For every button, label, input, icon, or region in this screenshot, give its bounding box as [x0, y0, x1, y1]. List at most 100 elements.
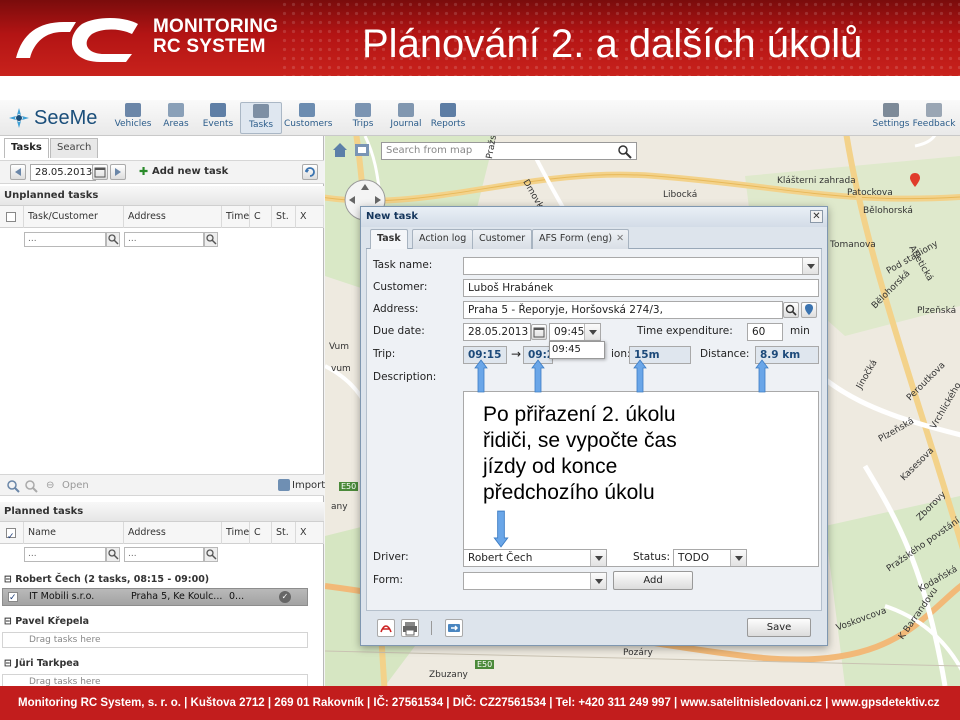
filter-task-button[interactable] [106, 232, 120, 247]
send-to-driver-icon[interactable] [445, 619, 463, 637]
nav-journal-button[interactable]: Journal [388, 102, 424, 134]
form-select[interactable] [463, 572, 607, 590]
col-planned-time[interactable]: Time [222, 522, 250, 544]
nav-reports-button[interactable]: Reports [430, 102, 466, 134]
tab-afs-form[interactable]: AFS Form (eng) ✕ [532, 229, 630, 249]
save-button[interactable]: Save [747, 618, 811, 637]
address-pin-button[interactable] [801, 302, 817, 318]
time-expenditure-input[interactable]: 60 [747, 323, 783, 341]
annotation-arrow-up-3 [633, 359, 647, 393]
task-row[interactable]: IT Mobili s.r.o. Praha 5, Ke Koulc... 0.… [2, 588, 308, 606]
nav-customers-button[interactable]: Customers [284, 102, 332, 134]
chevron-down-icon[interactable] [730, 550, 746, 566]
nav-settings-button[interactable]: Settings [872, 102, 910, 134]
drop-zone-pavel[interactable]: Drag tasks here [2, 632, 308, 648]
map-search-input[interactable]: Search from map [381, 142, 637, 160]
tab-task[interactable]: Task [370, 229, 408, 249]
select-all-checkbox[interactable] [6, 212, 16, 222]
filter-task-input[interactable]: ... [24, 232, 106, 247]
tab-action-log[interactable]: Action log [412, 229, 474, 249]
time-option[interactable]: 09:45 [552, 344, 581, 355]
task-row-checkbox[interactable] [8, 590, 18, 606]
col-x[interactable]: X [296, 206, 324, 228]
due-time-select[interactable]: 09:45 [549, 323, 601, 341]
group-juri-tarkpea[interactable]: ⊟ Jüri Tarkpea [0, 656, 324, 672]
col-planned-c[interactable]: C [250, 522, 272, 544]
pdf-icon[interactable] [377, 619, 395, 637]
address-search-button[interactable] [783, 302, 799, 318]
logo-text: MONITORING RC SYSTEM [153, 17, 278, 57]
tab-tasks[interactable]: Tasks [4, 138, 49, 158]
col-task-customer[interactable]: Task/Customer name [24, 206, 124, 244]
chevron-down-icon[interactable] [590, 550, 606, 566]
chevron-down-icon[interactable] [590, 573, 606, 589]
col-time[interactable]: Time [222, 206, 250, 228]
address-input[interactable]: Praha 5 - Řeporyje, Horšovská 274/3, [463, 301, 783, 319]
nav-areas-label: Areas [163, 119, 189, 129]
annotation-arrow-down [493, 510, 509, 548]
calendar-button[interactable] [92, 164, 108, 180]
planned-filter-name-input[interactable]: ... [24, 547, 106, 562]
status-select[interactable]: TODO [673, 549, 747, 567]
add-button[interactable]: Add [613, 571, 693, 590]
filter-address-input[interactable]: ... [124, 232, 204, 247]
driver-select[interactable]: Robert Čech [463, 549, 607, 567]
tab-close-icon[interactable]: ✕ [616, 230, 624, 248]
tab-search[interactable]: Search [50, 138, 99, 158]
planned-filter-address-button[interactable] [204, 547, 218, 562]
col-c[interactable]: C [250, 206, 272, 228]
due-date-calendar-button[interactable] [531, 324, 547, 340]
col-planned-address[interactable]: Address [124, 522, 222, 544]
customers-icon [299, 103, 315, 117]
import-button[interactable]: Import [292, 480, 325, 491]
date-input[interactable]: 28.05.2013 [30, 164, 96, 181]
time-option-dropdown[interactable]: 09:45 [549, 341, 605, 359]
nav-trips-label: Trips [352, 119, 374, 129]
tab-customer[interactable]: Customer [472, 229, 533, 249]
map-search-icon[interactable] [617, 144, 633, 160]
task-name-select[interactable] [463, 257, 819, 275]
refresh-button[interactable] [302, 164, 318, 180]
chevron-down-icon[interactable] [584, 324, 600, 340]
group-robert-cech[interactable]: ⊟ Robert Čech (2 tasks, 08:15 - 09:00) [0, 572, 324, 588]
done-check-icon[interactable]: ✓ [279, 591, 291, 603]
col-address[interactable]: Address [124, 206, 222, 228]
zoom-icon[interactable] [6, 479, 20, 493]
planned-select-all-checkbox[interactable] [6, 526, 16, 548]
due-date-input[interactable]: 28.05.2013 [463, 323, 531, 341]
map-label-e50: E50 [339, 482, 359, 491]
nav-tasks-button[interactable]: Tasks [240, 102, 282, 134]
home-icon[interactable] [331, 141, 349, 159]
refresh-icon [305, 167, 315, 177]
filter-address-button[interactable] [204, 232, 218, 247]
add-new-task-button[interactable]: Add new task [152, 166, 228, 177]
footer-bar: Monitoring RC System, s. r. o. | Kuštova… [0, 686, 960, 720]
open-button[interactable]: Open [62, 480, 89, 491]
map-pin-icon[interactable] [909, 172, 921, 188]
col-status[interactable]: St. [272, 206, 296, 228]
next-day-button[interactable] [110, 164, 126, 180]
col-planned-status[interactable]: St. [272, 522, 296, 544]
unplanned-tasks-header: Unplanned tasks [0, 186, 324, 206]
chevron-down-icon[interactable] [802, 258, 818, 274]
col-name[interactable]: Name [24, 522, 124, 544]
reports-icon [440, 103, 456, 117]
print-icon[interactable] [401, 619, 419, 637]
nav-feedback-button[interactable]: Feedback [912, 102, 956, 134]
nav-events-button[interactable]: Events [200, 102, 236, 134]
fullscreen-icon[interactable] [353, 141, 371, 159]
footer-divider [431, 621, 432, 635]
planned-filter-address-input[interactable]: ... [124, 547, 204, 562]
locate-icon[interactable] [24, 479, 38, 493]
col-planned-x[interactable]: X [296, 522, 324, 544]
planned-filter-name-button[interactable] [106, 547, 120, 562]
customer-input[interactable]: Luboš Hrabánek [463, 279, 819, 297]
task-row-name: IT Mobili s.r.o. [29, 591, 95, 602]
nav-vehicles-button[interactable]: Vehicles [112, 102, 154, 134]
group-pavel-krepela[interactable]: ⊟ Pavel Křepela [0, 614, 324, 630]
prev-day-button[interactable] [10, 164, 26, 180]
nav-areas-button[interactable]: Areas [160, 102, 192, 134]
annotation-arrow-up-1 [474, 359, 488, 393]
nav-trips-button[interactable]: Trips [348, 102, 378, 134]
close-icon[interactable]: ✕ [810, 210, 823, 223]
